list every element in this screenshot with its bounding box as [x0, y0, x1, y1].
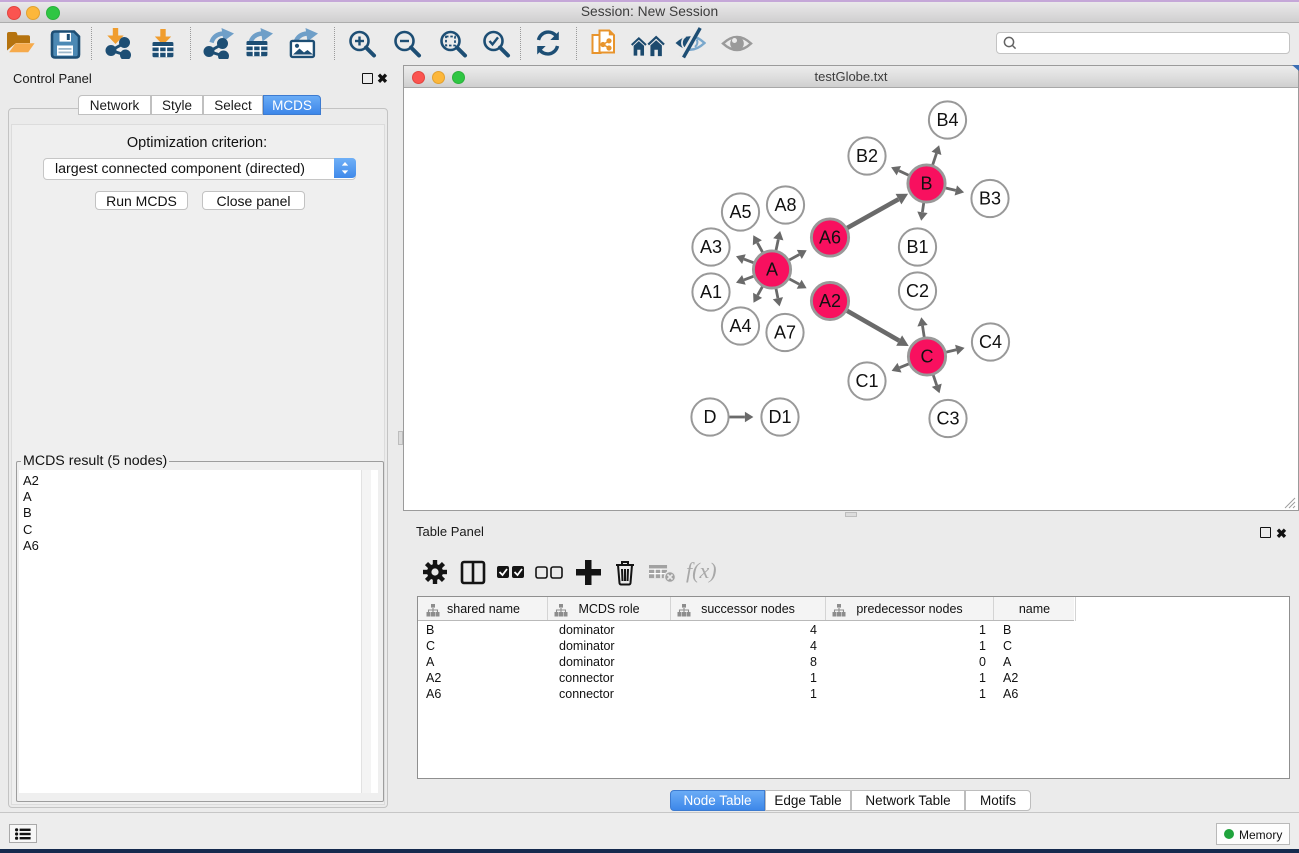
svg-text:A6: A6: [819, 228, 841, 248]
svg-text:B1: B1: [906, 237, 928, 257]
svg-text:A2: A2: [819, 291, 841, 311]
svg-text:C: C: [921, 347, 934, 367]
svg-text:C3: C3: [936, 409, 959, 429]
svg-text:C2: C2: [906, 281, 929, 301]
svg-text:B4: B4: [936, 110, 958, 130]
svg-text:D1: D1: [768, 407, 791, 427]
svg-text:A1: A1: [700, 282, 722, 302]
svg-text:A4: A4: [729, 316, 751, 336]
svg-text:A5: A5: [729, 202, 751, 222]
svg-text:B: B: [920, 174, 932, 194]
svg-text:B2: B2: [856, 146, 878, 166]
svg-text:B3: B3: [979, 189, 1001, 209]
svg-text:C4: C4: [979, 332, 1002, 352]
svg-text:A7: A7: [774, 323, 796, 343]
svg-text:A3: A3: [700, 237, 722, 257]
svg-text:A: A: [766, 260, 778, 280]
svg-text:C1: C1: [855, 371, 878, 391]
svg-text:D: D: [704, 407, 717, 427]
svg-text:A8: A8: [774, 195, 796, 215]
